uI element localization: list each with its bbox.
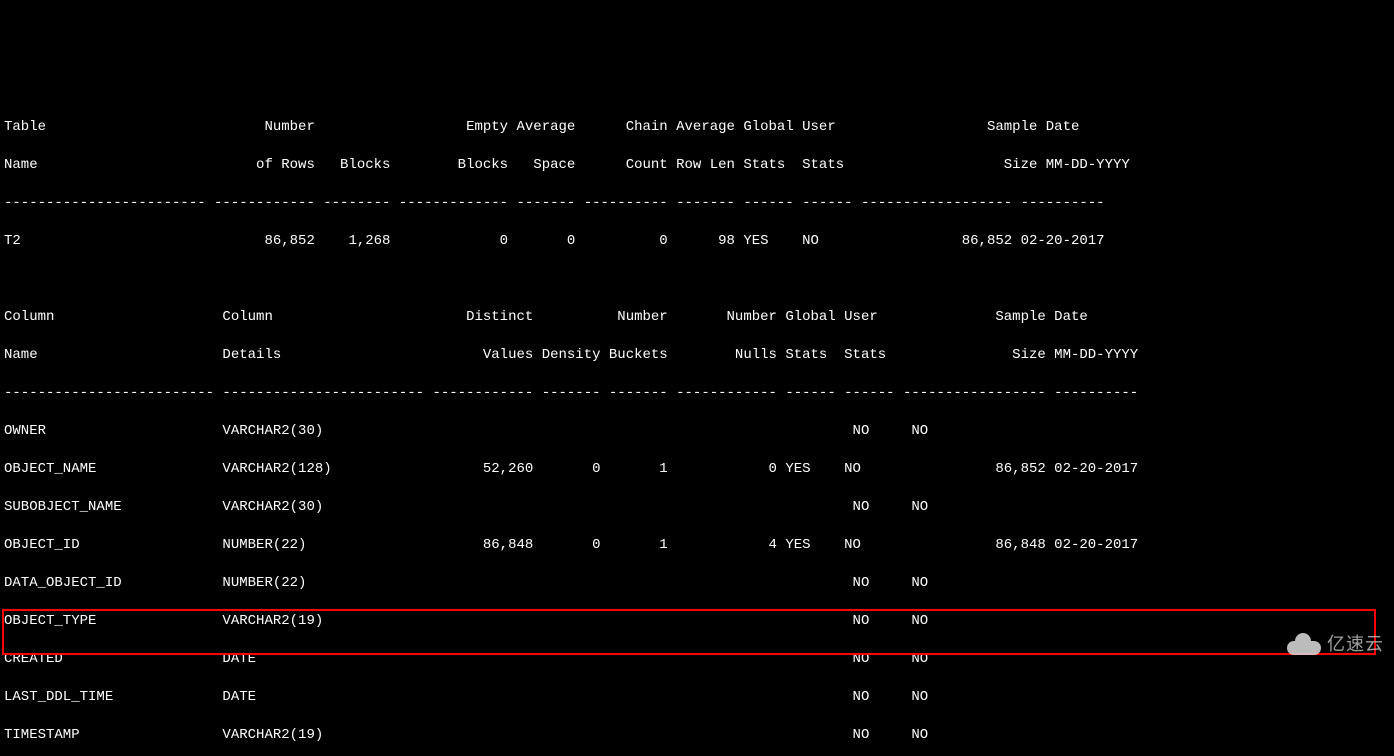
- column-row: CREATED DATE NO NO: [4, 650, 1394, 669]
- blank-line: [4, 270, 1394, 289]
- table-header-line2: Name of Rows Blocks Blocks Space Count R…: [4, 156, 1394, 175]
- table-separator: ------------------------ ------------ --…: [4, 194, 1394, 213]
- column-row: TIMESTAMP VARCHAR2(19) NO NO: [4, 726, 1394, 745]
- column-row: LAST_DDL_TIME DATE NO NO: [4, 688, 1394, 707]
- column-row: DATA_OBJECT_ID NUMBER(22) NO NO: [4, 574, 1394, 593]
- column-row: OBJECT_ID NUMBER(22) 86,848 0 1 4 YES NO…: [4, 536, 1394, 555]
- column-header-line2: Name Details Values Density Buckets Null…: [4, 346, 1394, 365]
- column-row: OWNER VARCHAR2(30) NO NO: [4, 422, 1394, 441]
- column-header-line1: Column Column Distinct Number Number Glo…: [4, 308, 1394, 327]
- column-row: OBJECT_NAME VARCHAR2(128) 52,260 0 1 0 Y…: [4, 460, 1394, 479]
- column-row: OBJECT_TYPE VARCHAR2(19) NO NO: [4, 612, 1394, 631]
- table-row: T2 86,852 1,268 0 0 0 98 YES NO 86,852 0…: [4, 232, 1394, 251]
- terminal-output[interactable]: Table Number Empty Average Chain Average…: [0, 95, 1394, 661]
- column-row: SUBOBJECT_NAME VARCHAR2(30) NO NO: [4, 498, 1394, 517]
- column-separator: ------------------------- --------------…: [4, 384, 1394, 403]
- table-header-line1: Table Number Empty Average Chain Average…: [4, 118, 1394, 137]
